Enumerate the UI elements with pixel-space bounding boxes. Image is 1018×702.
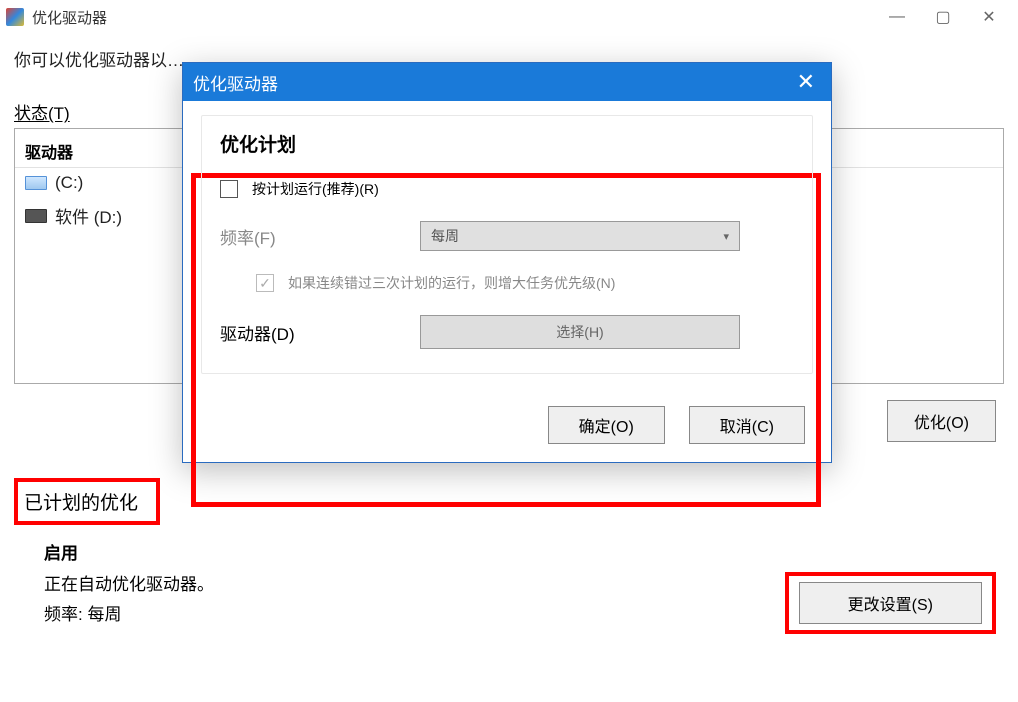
drives-label: 驱动器(D) (220, 320, 420, 345)
maximize-button[interactable]: ▢ (920, 1, 966, 33)
close-window-button[interactable]: ✕ (966, 1, 1012, 33)
frequency-select[interactable]: 每周 ▾ (420, 221, 740, 251)
schedule-dialog: 优化驱动器 ✕ 优化计划 按计划运行(推荐)(R) 频率(F) 每周 ▾ 如果连… (182, 62, 832, 463)
drive-label: 软件 (D:) (55, 203, 122, 228)
app-icon (6, 8, 24, 26)
choose-drives-button[interactable]: 选择(H) (420, 315, 740, 349)
window-title: 优化驱动器 (32, 7, 107, 28)
dialog-close-button[interactable]: ✕ (791, 69, 821, 95)
scheduled-heading-box: 已计划的优化 (14, 478, 160, 525)
cancel-button[interactable]: 取消(C) (689, 406, 805, 444)
boost-priority-label: 如果连续错过三次计划的运行，则增大任务优先级(N) (288, 273, 615, 293)
drive-icon (25, 176, 47, 190)
run-on-schedule-checkbox[interactable] (220, 180, 238, 198)
ok-button[interactable]: 确定(O) (548, 406, 665, 444)
optimize-button[interactable]: 优化(O) (887, 400, 996, 442)
run-on-schedule-label: 按计划运行(推荐)(R) (252, 179, 379, 199)
scheduled-enabled: 启用 (44, 539, 1004, 570)
chevron-down-icon: ▾ (723, 230, 729, 243)
change-settings-button[interactable]: 更改设置(S) (799, 582, 982, 624)
drive-label: (C:) (55, 173, 83, 193)
drive-icon (25, 209, 47, 223)
minimize-button[interactable]: — (874, 1, 920, 33)
dialog-titlebar: 优化驱动器 ✕ (183, 63, 831, 101)
frequency-value: 每周 (431, 226, 459, 246)
schedule-section: 优化计划 按计划运行(推荐)(R) 频率(F) 每周 ▾ 如果连续错过三次计划的… (201, 115, 813, 374)
boost-priority-checkbox[interactable] (256, 274, 274, 292)
scheduled-heading: 已计划的优化 (24, 493, 138, 514)
section-heading: 优化计划 (220, 130, 794, 157)
frequency-label: 频率(F) (220, 224, 420, 249)
change-settings-highlight: 更改设置(S) (785, 572, 996, 634)
window-titlebar: 优化驱动器 — ▢ ✕ (0, 0, 1018, 34)
dialog-title: 优化驱动器 (193, 70, 278, 95)
